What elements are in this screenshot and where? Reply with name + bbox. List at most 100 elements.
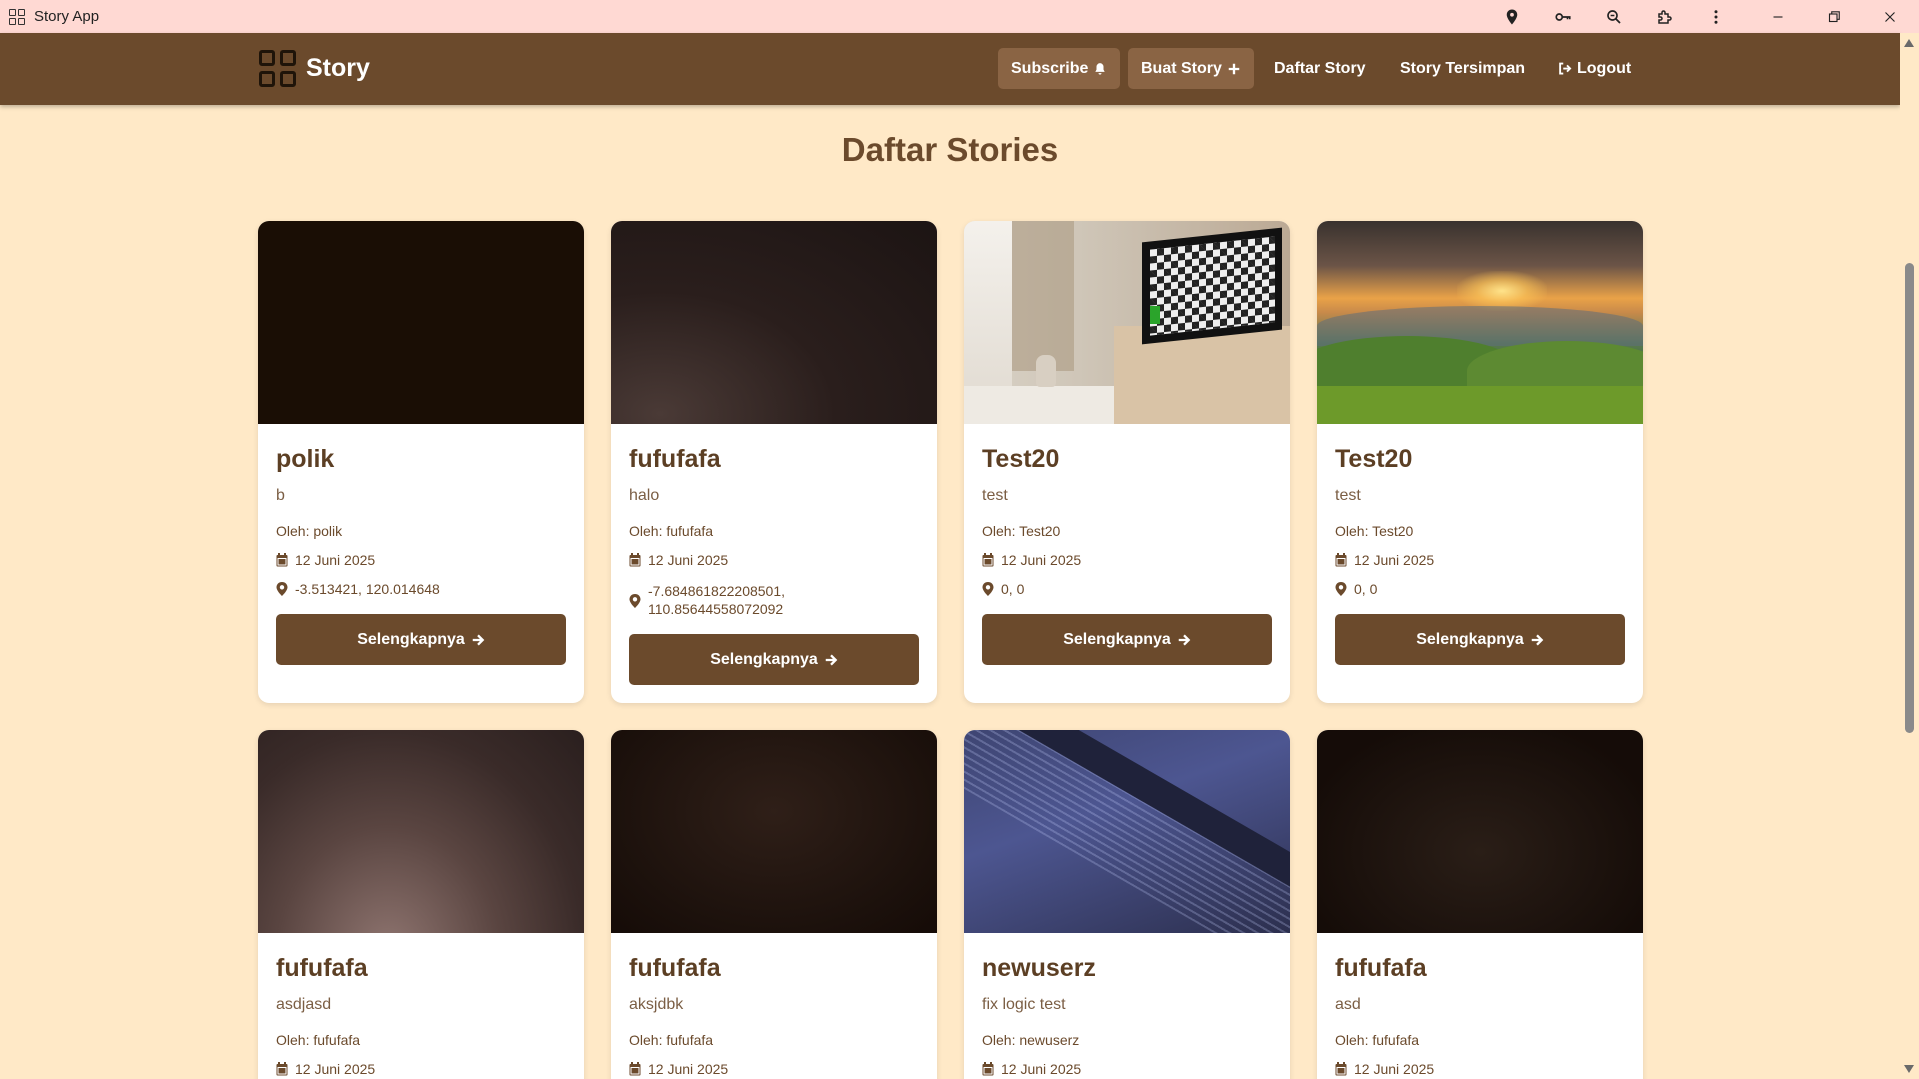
story-date: 12 Juni 2025 (276, 551, 375, 569)
zoom-icon[interactable] (1588, 0, 1639, 33)
story-location: 0, 0 (1335, 580, 1377, 598)
story-author: Oleh: fufufafa (629, 1032, 714, 1048)
story-date-text: 12 Juni 2025 (295, 552, 376, 568)
plus-icon (1228, 63, 1240, 74)
calendar-icon (982, 1062, 994, 1076)
story-date-text: 12 Juni 2025 (1001, 1061, 1082, 1077)
story-image (258, 221, 584, 424)
scroll-thumb[interactable] (1905, 263, 1914, 733)
scroll-up-arrow-icon[interactable] (1904, 39, 1914, 47)
calendar-icon (1335, 1062, 1347, 1076)
restore-icon[interactable] (1806, 0, 1862, 33)
story-list-link[interactable]: Daftar Story (1274, 48, 1366, 89)
close-icon[interactable] (1862, 0, 1918, 33)
calendar-icon (276, 1062, 288, 1076)
vertical-scrollbar[interactable] (1900, 33, 1919, 1079)
bell-icon (1095, 62, 1106, 75)
story-card: newuserz fix logic test Oleh: newuserz 1… (964, 730, 1290, 1079)
subscribe-button[interactable]: Subscribe (998, 48, 1121, 89)
story-author: Oleh: polik (276, 523, 343, 539)
read-more-label: Selengkapnya (710, 650, 818, 668)
brand-name: Story (306, 54, 370, 82)
scroll-down-arrow-icon[interactable] (1904, 1065, 1914, 1073)
saved-stories-label: Story Tersimpan (1400, 59, 1526, 77)
saved-stories-link[interactable]: Story Tersimpan (1400, 48, 1525, 89)
key-icon[interactable] (1537, 0, 1588, 33)
story-title: polik (276, 445, 335, 473)
story-title: Test20 (1335, 445, 1413, 473)
map-pin-icon (629, 594, 641, 608)
grid-icon (259, 50, 296, 87)
story-location: -3.513421, 120.014648 (276, 580, 440, 598)
subscribe-label: Subscribe (1011, 59, 1089, 77)
story-image (1317, 221, 1643, 424)
story-date: 12 Juni 2025 (982, 551, 1081, 569)
story-date-text: 12 Juni 2025 (1354, 1061, 1435, 1077)
page-title: Daftar Stories (841, 131, 1059, 168)
arrow-right-icon (472, 634, 485, 645)
read-more-button[interactable]: Selengkapnya (629, 634, 919, 685)
extensions-icon[interactable] (1639, 0, 1690, 33)
read-more-button[interactable]: Selengkapnya (276, 614, 566, 665)
story-description: test (982, 487, 1008, 504)
story-card: Test20 test Oleh: Test20 12 Juni 2025 0,… (964, 221, 1290, 703)
app-icon (9, 9, 25, 25)
window-title: Story App (34, 8, 100, 25)
read-more-button[interactable]: Selengkapnya (1335, 614, 1625, 665)
calendar-icon (276, 553, 288, 567)
story-author: Oleh: fufufafa (629, 523, 714, 539)
story-location-text: 0, 0 (1001, 581, 1025, 597)
story-date-text: 12 Juni 2025 (648, 552, 729, 568)
story-date: 12 Juni 2025 (1335, 551, 1434, 569)
map-pin-icon (1335, 582, 1347, 596)
navbar: Story Subscribe Buat Story Daftar Story … (0, 33, 1900, 105)
location-pin-icon[interactable] (1486, 0, 1537, 33)
logout-label: Logout (1577, 59, 1632, 77)
story-location-text: 110.85644558072092 (648, 601, 784, 617)
story-card: fufufafa aksjdbk Oleh: fufufafa 12 Juni … (611, 730, 937, 1079)
story-author: Oleh: fufufafa (1335, 1032, 1420, 1048)
story-title: fufufafa (1335, 954, 1427, 982)
story-author: Oleh: newuserz (982, 1032, 1080, 1048)
story-description: asdjasd (276, 996, 332, 1013)
calendar-icon (1335, 553, 1347, 567)
story-image (1317, 730, 1643, 933)
story-card: Test20 test Oleh: Test20 12 Juni 2025 0,… (1317, 221, 1643, 703)
create-story-button[interactable]: Buat Story (1128, 48, 1254, 89)
read-more-label: Selengkapnya (1416, 630, 1524, 648)
arrow-right-icon (825, 654, 838, 665)
story-date-text: 12 Juni 2025 (1001, 552, 1082, 568)
story-title: Test20 (982, 445, 1060, 473)
story-date: 12 Juni 2025 (982, 1060, 1081, 1078)
story-image (964, 221, 1290, 424)
story-date-text: 12 Juni 2025 (1354, 552, 1435, 568)
story-image (611, 221, 937, 424)
story-description: test (1335, 487, 1361, 504)
story-title: fufufafa (276, 954, 368, 982)
story-date: 12 Juni 2025 (629, 1060, 728, 1078)
story-card: polik b Oleh: polik 12 Juni 2025 -3.5134… (258, 221, 584, 703)
window-titlebar: Story App (0, 0, 1919, 33)
story-description: aksjdbk (629, 996, 684, 1013)
story-date-text: 12 Juni 2025 (295, 1061, 376, 1077)
story-title: fufufafa (629, 445, 721, 473)
story-description: fix logic test (982, 996, 1066, 1013)
story-card: fufufafa asd Oleh: fufufafa 12 Juni 2025 (1317, 730, 1643, 1079)
menu-dots-icon[interactable] (1690, 0, 1741, 33)
story-image (964, 730, 1290, 933)
story-description: b (276, 487, 285, 504)
story-image (258, 730, 584, 933)
story-location-text: -7.684861822208501, (648, 583, 786, 599)
story-author: Oleh: Test20 (1335, 523, 1414, 539)
read-more-button[interactable]: Selengkapnya (982, 614, 1272, 665)
story-description: halo (629, 487, 660, 504)
arrow-right-icon (1178, 634, 1191, 645)
read-more-label: Selengkapnya (1063, 630, 1171, 648)
minimize-icon[interactable] (1750, 0, 1806, 33)
story-author: Oleh: fufufafa (276, 1032, 361, 1048)
story-title: newuserz (982, 954, 1096, 982)
brand[interactable]: Story (259, 50, 370, 87)
map-pin-icon (982, 582, 994, 596)
logout-link[interactable]: Logout (1557, 48, 1631, 89)
story-date: 12 Juni 2025 (1335, 1060, 1434, 1078)
